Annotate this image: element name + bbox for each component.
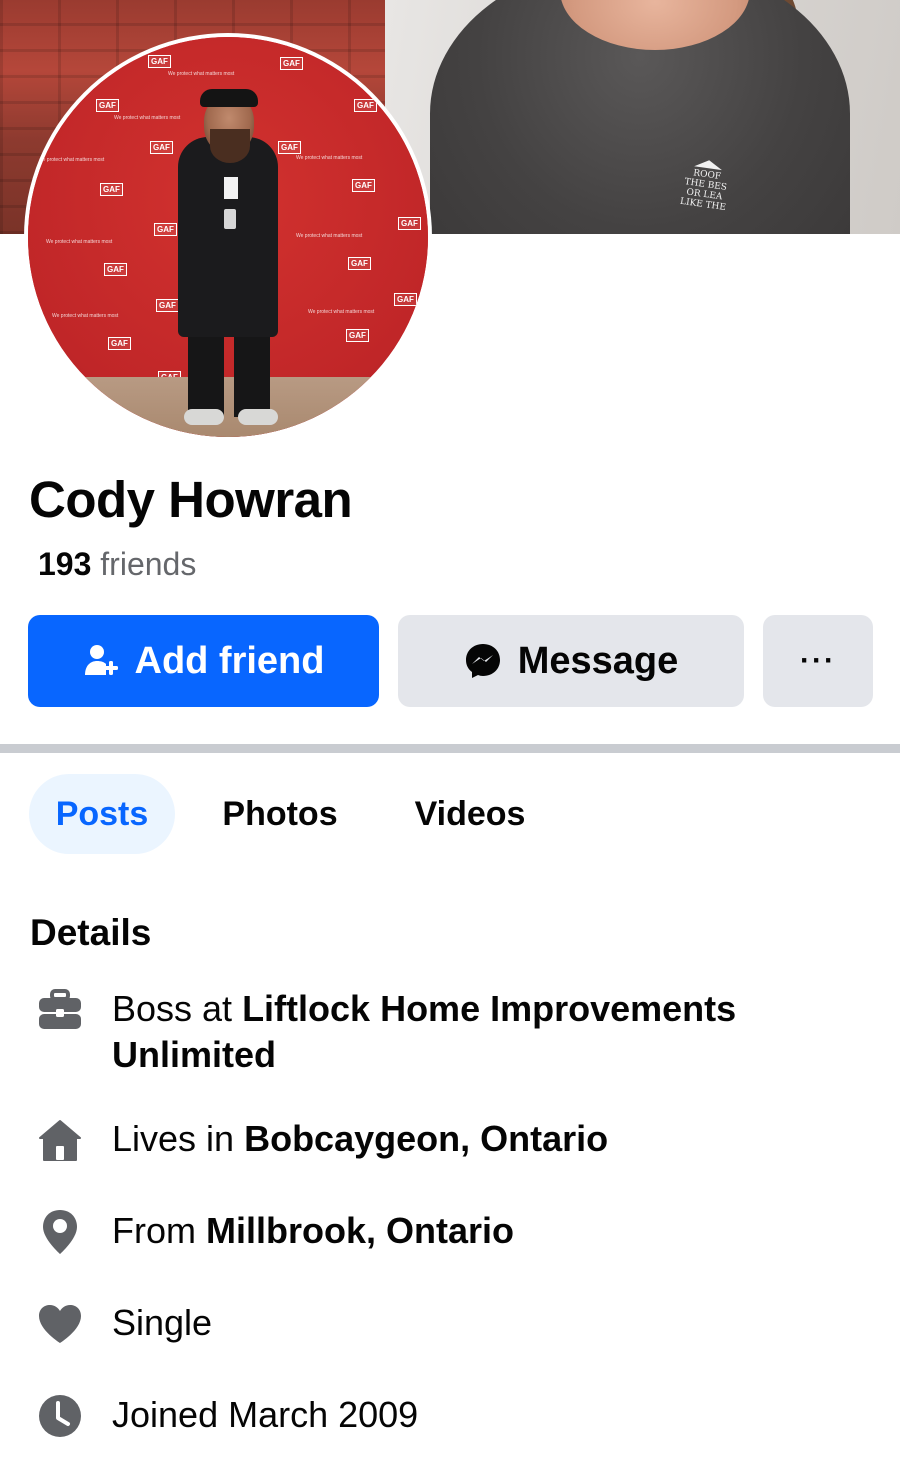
more-options-icon: ··· [800,644,836,677]
gaf-tagline: We protect what matters most [52,313,119,319]
message-button[interactable]: Message [398,615,744,707]
cover-hoodie-logo: ROOF THE BES OR LEA LIKE THE [666,155,744,224]
friends-count-label: friends [100,546,197,582]
gaf-logo: GAF [280,57,303,70]
gaf-logo: GAF [100,183,123,196]
gaf-logo: GAF [108,337,131,350]
detail-lives-text: Lives in Bobcaygeon, Ontario [112,1116,872,1162]
gaf-tagline: We protect what matters most [46,239,113,245]
tab-posts[interactable]: Posts [29,774,175,854]
person-cap [200,89,258,107]
person-leg [234,327,270,417]
detail-work-text: Boss at Liftlock Home Improvements Unlim… [112,986,872,1078]
detail-lives-value[interactable]: Bobcaygeon, Ontario [244,1118,608,1159]
drink-can [224,209,236,229]
gaf-logo: GAF [96,99,119,112]
gaf-logo: GAF [104,263,127,276]
detail-joined-text: Joined March 2009 [112,1394,419,1435]
avatar-photo: GAF GAF GAF GAF GAF GAF GAF GAF GAF GAF … [28,37,428,437]
home-icon [36,1116,84,1164]
messenger-icon [464,642,502,680]
gaf-logo: GAF [394,293,417,306]
gaf-logo: GAF [154,223,177,236]
location-pin-icon [36,1208,84,1256]
tab-photos[interactable]: Photos [200,774,360,854]
detail-from-value[interactable]: Millbrook, Ontario [206,1210,514,1251]
gaf-logo: GAF [148,55,171,68]
gaf-logo: GAF [352,179,375,192]
add-friend-button[interactable]: Add friend [28,615,379,707]
add-friend-label: Add friend [134,639,325,682]
detail-from-prefix: From [112,1210,206,1251]
gaf-logo: GAF [354,99,377,112]
gaf-tagline: We protect what matters most [38,157,105,163]
person-shoe [238,409,278,425]
profile-name: Cody Howran [29,471,353,528]
message-label: Message [517,639,679,682]
friends-count[interactable]: 193 friends [38,546,196,583]
gaf-tagline: We protect what matters most [308,309,375,315]
gaf-tagline: We protect what matters most [296,155,363,161]
detail-lives-prefix: Lives in [112,1118,245,1159]
person-beard [210,129,250,163]
gaf-logo: GAF [398,217,421,230]
person-jacket [178,137,278,337]
add-friend-icon [83,643,119,679]
tab-videos[interactable]: Videos [390,774,550,854]
clock-icon [36,1392,84,1440]
gaf-tagline: We protect what matters most [296,233,363,239]
detail-work-prefix: Boss at [112,988,243,1029]
heart-icon [36,1300,84,1348]
person-leg [188,327,224,417]
details-heading: Details [30,912,152,953]
more-options-button[interactable]: ··· [763,615,873,707]
gaf-logo: GAF [278,141,301,154]
gaf-logo: GAF [150,141,173,154]
gaf-logo: GAF [156,299,179,312]
detail-relationship-text: Single [112,1302,213,1343]
gaf-tagline: We protect what matters most [114,115,181,121]
gaf-logo: GAF [346,329,369,342]
avatar-floor [28,377,428,437]
section-divider [0,744,900,753]
detail-from-text: From Millbrook, Ontario [112,1208,872,1254]
briefcase-icon [36,986,84,1034]
person-shoe [184,409,224,425]
lanyard-badge [224,177,238,199]
profile-avatar[interactable]: GAF GAF GAF GAF GAF GAF GAF GAF GAF GAF … [24,33,432,441]
friends-count-number: 193 [38,546,92,582]
gaf-logo: GAF [348,257,371,270]
gaf-tagline: We protect what matters most [168,71,235,77]
